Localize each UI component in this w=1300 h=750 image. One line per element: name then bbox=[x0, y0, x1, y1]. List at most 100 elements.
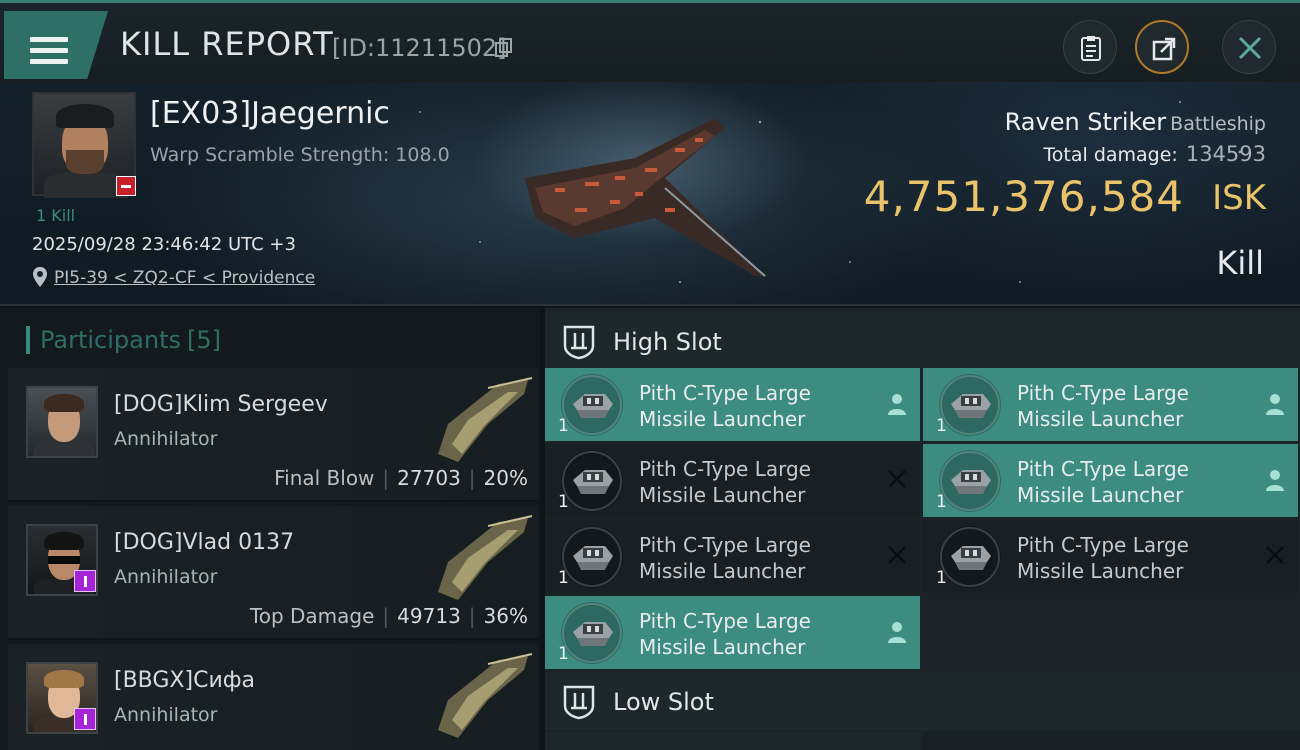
module-quantity: 1 bbox=[936, 416, 947, 436]
close-button[interactable] bbox=[1222, 20, 1276, 74]
location-pin-icon bbox=[33, 267, 47, 287]
low-slot-icon bbox=[563, 685, 595, 720]
module-name: Pith C-Type Large Missile Launcher bbox=[1017, 457, 1189, 507]
ship-name-text: Raven Striker bbox=[1004, 108, 1167, 136]
module-name: Pith C-Type Large Missile Launcher bbox=[639, 381, 811, 431]
high-slot-module-card[interactable]: 1 Pith C-Type Large Missile Launcher bbox=[923, 368, 1298, 441]
rank-purple-badge bbox=[74, 570, 96, 592]
module-quantity: 1 bbox=[558, 644, 569, 664]
participant-ship: Annihilator bbox=[114, 704, 218, 726]
kill-count: 1 Kill bbox=[36, 206, 76, 225]
missile-launcher-icon bbox=[561, 602, 623, 664]
high-slot-module-card[interactable]: 1 Pith C-Type Large Missile Launcher bbox=[545, 368, 920, 441]
module-name: Pith C-Type Large Missile Launcher bbox=[639, 609, 811, 659]
participant-damage: 27703 bbox=[397, 466, 461, 490]
participant-percent: 36% bbox=[483, 604, 528, 628]
missile-launcher-icon bbox=[561, 450, 623, 512]
module-name: Pith C-Type Large Missile Launcher bbox=[639, 533, 811, 583]
missile-launcher-icon bbox=[939, 450, 1001, 512]
module-name: Pith C-Type Large Missile Launcher bbox=[1017, 381, 1189, 431]
module-quantity: 1 bbox=[558, 568, 569, 588]
kill-location-link[interactable]: PI5-39 < ZQ2-CF < Providence bbox=[54, 268, 315, 288]
share-button[interactable] bbox=[1135, 20, 1189, 74]
participant-ship-image bbox=[438, 653, 533, 738]
dropped-person-icon bbox=[886, 392, 908, 420]
low-slot-title: Low Slot bbox=[613, 688, 714, 716]
dropped-person-icon bbox=[886, 620, 908, 648]
menu-button[interactable] bbox=[4, 11, 108, 79]
dropped-person-icon bbox=[1264, 392, 1286, 420]
participant-name: [DOG]Vlad 0137 bbox=[114, 530, 295, 555]
module-quantity: 1 bbox=[936, 568, 947, 588]
fitting-slots-panel: High Slot 1 Pith C-Type Large Missile Lau… bbox=[545, 308, 1300, 750]
total-damage: Total damage: 134593 bbox=[1043, 142, 1266, 166]
participant-stats: Top Damage | 49713 | 36% bbox=[249, 604, 528, 628]
standing-red-badge bbox=[116, 176, 136, 196]
low-slot-card-partial[interactable] bbox=[545, 732, 920, 750]
participant-stats: Final Blow | 27703 | 20% bbox=[274, 466, 528, 490]
header-bar: KILL REPORT [ID:11211502] bbox=[0, 0, 1300, 82]
module-quantity: 1 bbox=[936, 492, 947, 512]
destroyed-x-icon bbox=[1264, 544, 1286, 570]
participant-row[interactable]: [BBGX]Сифа Annihilator bbox=[8, 644, 538, 750]
dropped-person-icon bbox=[1264, 468, 1286, 496]
high-slot-module-card[interactable]: 1 Pith C-Type Large Missile Launcher bbox=[545, 444, 920, 517]
module-quantity: 1 bbox=[558, 416, 569, 436]
total-damage-label: Total damage: bbox=[1043, 144, 1178, 166]
participant-row[interactable]: [DOG]Vlad 0137 Annihilator Top Damage | 49… bbox=[8, 506, 538, 640]
participant-ship-image bbox=[438, 377, 533, 462]
module-name: Pith C-Type Large Missile Launcher bbox=[639, 457, 811, 507]
participants-count: [5] bbox=[186, 326, 221, 354]
warp-scramble-strength: Warp Scramble Strength: 108.0 bbox=[150, 144, 450, 166]
participants-panel: Participants [5] [DOG]Klim Sergeev Annihi… bbox=[0, 308, 540, 750]
participant-role: Top Damage bbox=[249, 604, 375, 628]
participant-ship: Annihilator bbox=[114, 428, 218, 450]
high-slot-module-card[interactable]: 1 Pith C-Type Large Missile Launcher bbox=[545, 520, 920, 593]
high-slot-icon bbox=[563, 325, 595, 360]
low-slot-card-partial[interactable] bbox=[923, 732, 1300, 750]
missile-launcher-icon bbox=[561, 374, 623, 436]
participant-row[interactable]: [DOG]Klim Sergeev Annihilator Final Blow… bbox=[8, 368, 538, 502]
participant-role: Final Blow bbox=[274, 466, 375, 490]
victim-pilot-name[interactable]: [EX03]Jaegernic bbox=[150, 96, 390, 131]
ship-class-text: Battleship bbox=[1170, 113, 1266, 135]
high-slot-module-card[interactable]: 1 Pith C-Type Large Missile Launcher bbox=[545, 596, 920, 669]
victim-ship-image bbox=[525, 118, 766, 277]
copy-icon[interactable] bbox=[494, 38, 514, 58]
participant-damage: 49713 bbox=[397, 604, 461, 628]
module-quantity: 1 bbox=[558, 492, 569, 512]
kill-datetime: 2025/09/28 23:46:42 UTC +3 bbox=[32, 234, 296, 255]
high-slot-title: High Slot bbox=[613, 328, 722, 356]
rank-purple-badge bbox=[74, 708, 96, 730]
clipboard-icon bbox=[1081, 36, 1101, 61]
participant-name: [DOG]Klim Sergeev bbox=[114, 392, 328, 417]
participant-name: [BBGX]Сифа bbox=[114, 668, 256, 693]
module-name: Pith C-Type Large Missile Launcher bbox=[1017, 533, 1189, 583]
participant-percent: 20% bbox=[483, 466, 528, 490]
missile-launcher-icon bbox=[939, 374, 1001, 436]
high-slot-module-card[interactable]: 1 Pith C-Type Large Missile Launcher bbox=[923, 444, 1298, 517]
hamburger-icon bbox=[30, 37, 68, 65]
total-damage-value: 134593 bbox=[1185, 142, 1266, 166]
destroyed-x-icon bbox=[886, 468, 908, 494]
victim-ship-name[interactable]: Raven Striker Battleship bbox=[1005, 108, 1266, 136]
low-slot-header: Low Slot bbox=[545, 672, 1300, 730]
report-type: Kill bbox=[1216, 244, 1264, 282]
participant-avatar bbox=[26, 386, 98, 458]
close-icon bbox=[1238, 36, 1262, 60]
report-id: [ID:11211502] bbox=[332, 34, 507, 62]
page-title: KILL REPORT bbox=[120, 25, 334, 63]
participants-header: Participants [5] bbox=[26, 326, 221, 354]
destroyed-x-icon bbox=[886, 544, 908, 570]
missile-launcher-icon bbox=[561, 526, 623, 588]
isk-unit: ISK bbox=[1212, 178, 1266, 218]
missile-launcher-icon bbox=[939, 526, 1001, 588]
share-icon bbox=[1152, 37, 1176, 61]
high-slot-header: High Slot bbox=[545, 312, 1300, 370]
participant-ship-image bbox=[438, 515, 533, 600]
participant-ship: Annihilator bbox=[114, 566, 218, 588]
participants-label: Participants bbox=[40, 326, 181, 354]
high-slot-module-card[interactable]: 1 Pith C-Type Large Missile Launcher bbox=[923, 520, 1298, 593]
isk-value: 4,751,376,584 bbox=[863, 172, 1184, 221]
clipboard-button[interactable] bbox=[1063, 20, 1117, 74]
